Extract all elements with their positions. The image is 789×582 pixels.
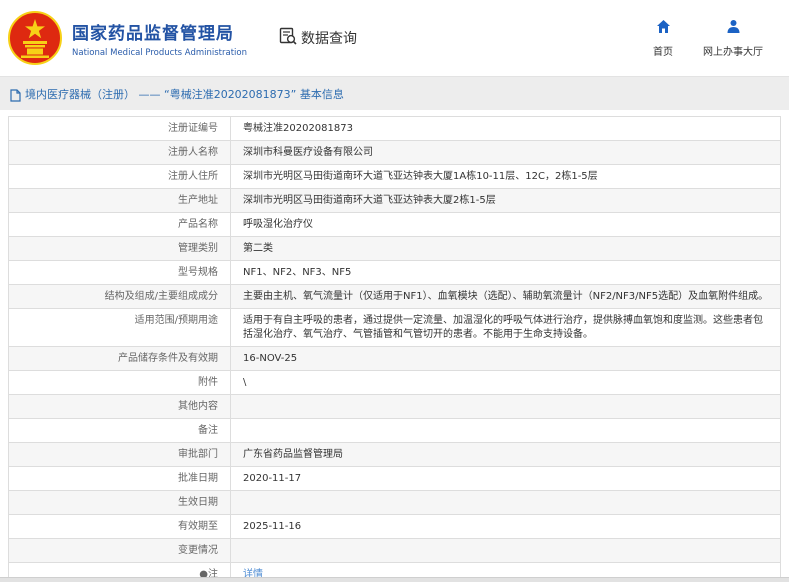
row-label: 生产地址 (9, 189, 231, 212)
national-emblem-logo (8, 11, 62, 65)
breadcrumb-bar: 境内医疗器械（注册） —— “粤械注准20202081873” 基本信息 (0, 76, 789, 110)
table-row: 附件 \ (9, 371, 780, 395)
row-value (231, 419, 780, 442)
row-value: 2025-11-16 (243, 521, 302, 532)
table-row: 产品名称 呼吸湿化治疗仪 (9, 213, 780, 237)
row-value: 深圳市光明区马田街道南环大道飞亚达钟表大厦2栋1-5层 (243, 195, 496, 206)
org-name-en: National Medical Products Administration (72, 47, 247, 58)
table-row: 变更情况 (9, 539, 780, 563)
row-label: 有效期至 (9, 515, 231, 538)
row-value: 2020-11-17 (243, 473, 302, 484)
row-label: 适用范围/预期用途 (9, 309, 231, 346)
brand-text: 国家药品监督管理局 National Medical Products Admi… (72, 19, 247, 58)
row-label: 备注 (9, 419, 231, 442)
row-value (231, 395, 780, 418)
header-nav: 首页 网上办事大厅 (653, 19, 763, 58)
table-row: 批准日期 2020-11-17 (9, 467, 780, 491)
row-label: 批准日期 (9, 467, 231, 490)
data-query-nav[interactable]: 数据查询 (279, 27, 357, 49)
row-label: 注册人名称 (9, 141, 231, 164)
row-label: 管理类别 (9, 237, 231, 260)
table-row: 适用范围/预期用途 适用于有自主呼吸的患者，通过提供一定流量、加温湿化的呼吸气体… (9, 309, 780, 347)
table-row: 型号规格 NF1、NF2、NF3、NF5 (9, 261, 780, 285)
table-row: 注册人名称 深圳市科曼医疗设备有限公司 (9, 141, 780, 165)
row-value: 粤械注准20202081873 (243, 123, 353, 134)
row-label: 型号规格 (9, 261, 231, 284)
table-row: 产品储存条件及有效期 16-NOV-25 (9, 347, 780, 371)
registration-detail-table: 注册证编号 粤械注准20202081873 注册人名称 深圳市科曼医疗设备有限公… (8, 116, 781, 582)
document-icon (10, 87, 21, 102)
row-value: 16-NOV-25 (243, 353, 298, 364)
page-title: 境内医疗器械（注册） —— “粤械注准20202081873” 基本信息 (25, 87, 344, 101)
table-row: 管理类别 第二类 (9, 237, 780, 261)
table-row: 注册人住所 深圳市光明区马田街道南环大道飞亚达钟表大厦1A栋10-11层、12C… (9, 165, 780, 189)
home-icon (656, 19, 671, 38)
user-icon (726, 19, 741, 38)
row-value: 呼吸湿化治疗仪 (243, 219, 313, 230)
table-row: 备注 (9, 419, 780, 443)
data-query-label: 数据查询 (301, 31, 357, 47)
row-value: 适用于有自主呼吸的患者，通过提供一定流量、加温湿化的呼吸气体进行治疗，提供脉搏血… (243, 315, 763, 340)
row-label: 注册证编号 (9, 117, 231, 140)
table-row: 结构及组成/主要组成成分 主要由主机、氧气流量计（仅适用于NF1）、血氧模块（选… (9, 285, 780, 309)
row-value: 广东省药品监督管理局 (243, 449, 343, 460)
row-label: 注册人住所 (9, 165, 231, 188)
table-row: 生效日期 (9, 491, 780, 515)
row-value: \ (243, 377, 247, 388)
row-value: 主要由主机、氧气流量计（仅适用于NF1）、血氧模块（选配）、辅助氧流量计（NF2… (243, 291, 769, 302)
nav-home-label: 首页 (653, 46, 673, 58)
site-header: 国家药品监督管理局 National Medical Products Admi… (0, 0, 789, 76)
row-value (231, 491, 780, 514)
table-row: 审批部门 广东省药品监督管理局 (9, 443, 780, 467)
row-value (231, 539, 780, 562)
nav-home[interactable]: 首页 (653, 19, 673, 58)
row-label: 产品名称 (9, 213, 231, 236)
nav-service-hall[interactable]: 网上办事大厅 (703, 19, 763, 58)
row-value: 深圳市科曼医疗设备有限公司 (243, 147, 373, 158)
data-query-search-icon (279, 27, 297, 49)
row-label: 其他内容 (9, 395, 231, 418)
row-value: 第二类 (243, 243, 273, 254)
table-row: 其他内容 (9, 395, 780, 419)
row-label: 产品储存条件及有效期 (9, 347, 231, 370)
org-name-cn: 国家药品监督管理局 (72, 23, 234, 44)
row-value: NF1、NF2、NF3、NF5 (243, 267, 352, 278)
footer-strip (0, 577, 789, 582)
row-label: 结构及组成/主要组成成分 (9, 285, 231, 308)
row-label: 附件 (9, 371, 231, 394)
table-row: 注册证编号 粤械注准20202081873 (9, 117, 780, 141)
row-label: 变更情况 (9, 539, 231, 562)
nav-service-hall-label: 网上办事大厅 (703, 46, 763, 58)
row-label: 审批部门 (9, 443, 231, 466)
table-row: 生产地址 深圳市光明区马田街道南环大道飞亚达钟表大厦2栋1-5层 (9, 189, 780, 213)
row-value: 深圳市光明区马田街道南环大道飞亚达钟表大厦1A栋10-11层、12C，2栋1-5… (243, 171, 598, 182)
table-row: 有效期至 2025-11-16 (9, 515, 780, 539)
row-label: 生效日期 (9, 491, 231, 514)
